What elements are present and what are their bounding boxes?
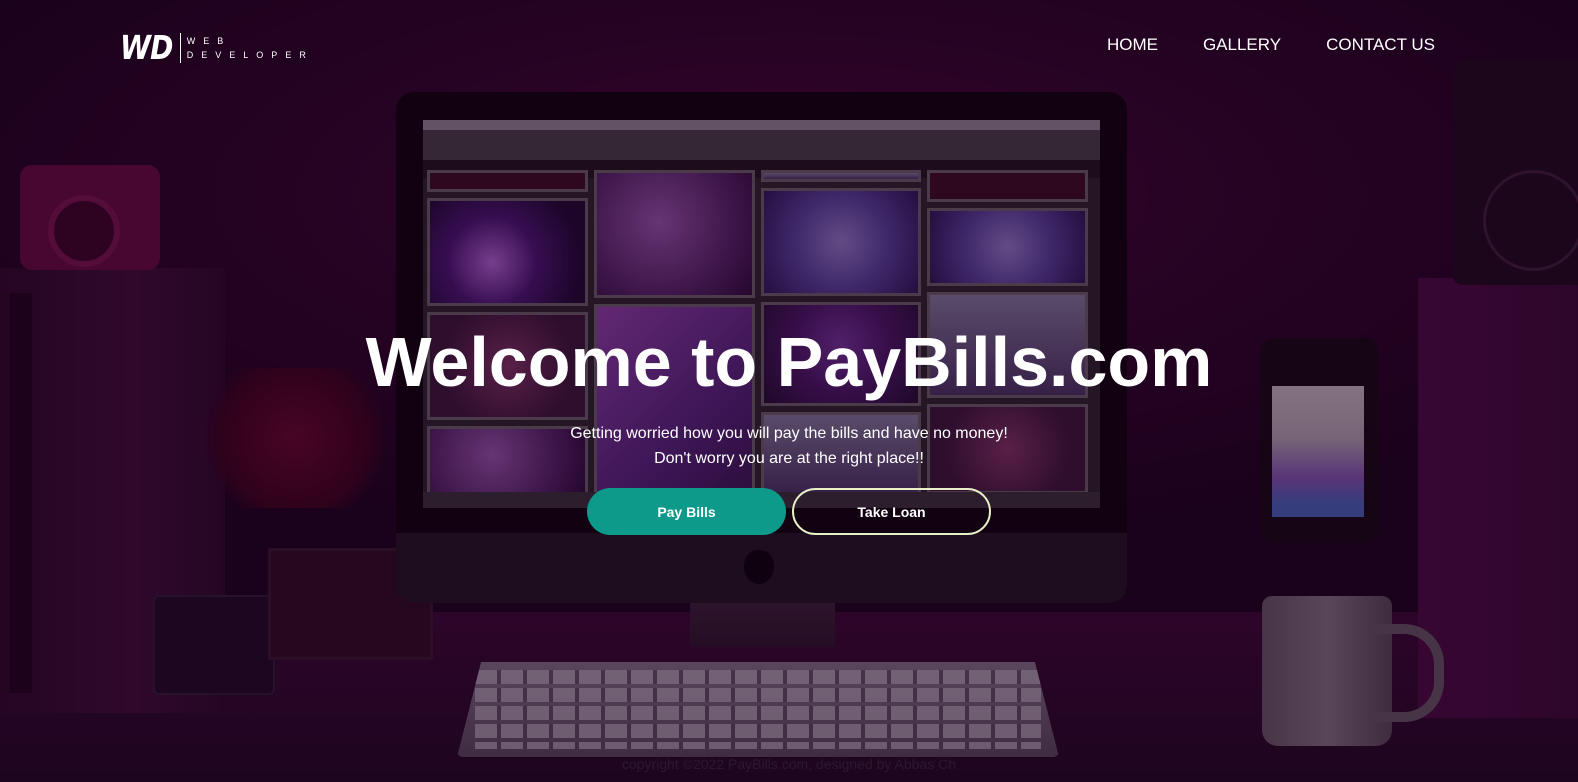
- logo-text: WEB DEVELOPER: [187, 34, 314, 62]
- nav-link-gallery[interactable]: GALLERY: [1203, 35, 1281, 55]
- hero-subtitle-line2: Don't worry you are at the right place!!: [654, 450, 924, 467]
- site-footer: copyright ©2022 PayBills.com, designed b…: [621, 756, 957, 772]
- logo-mark: WD: [120, 28, 173, 67]
- take-loan-button[interactable]: Take Loan: [792, 488, 991, 535]
- logo-text-line2: DEVELOPER: [186, 49, 314, 60]
- logo-divider: [179, 32, 181, 63]
- hero-actions: Pay Bills Take Loan: [0, 488, 1578, 535]
- hero-subtitle: Getting worried how you will pay the bil…: [0, 421, 1578, 471]
- hero-title: Welcome to PayBills.com: [365, 323, 1213, 401]
- nav-link-contact[interactable]: CONTACT US: [1326, 35, 1435, 55]
- hero-subtitle-line1: Getting worried how you will pay the bil…: [570, 425, 1008, 442]
- pay-bills-button[interactable]: Pay Bills: [587, 488, 786, 535]
- site-logo[interactable]: WD WEB DEVELOPER: [120, 28, 314, 67]
- site-header: WD WEB DEVELOPER HOME GALLERY CONTACT US: [0, 0, 1578, 90]
- main-nav: HOME GALLERY CONTACT US: [1107, 35, 1435, 55]
- nav-link-home[interactable]: HOME: [1107, 35, 1158, 55]
- logo-text-line1: WEB: [186, 35, 232, 46]
